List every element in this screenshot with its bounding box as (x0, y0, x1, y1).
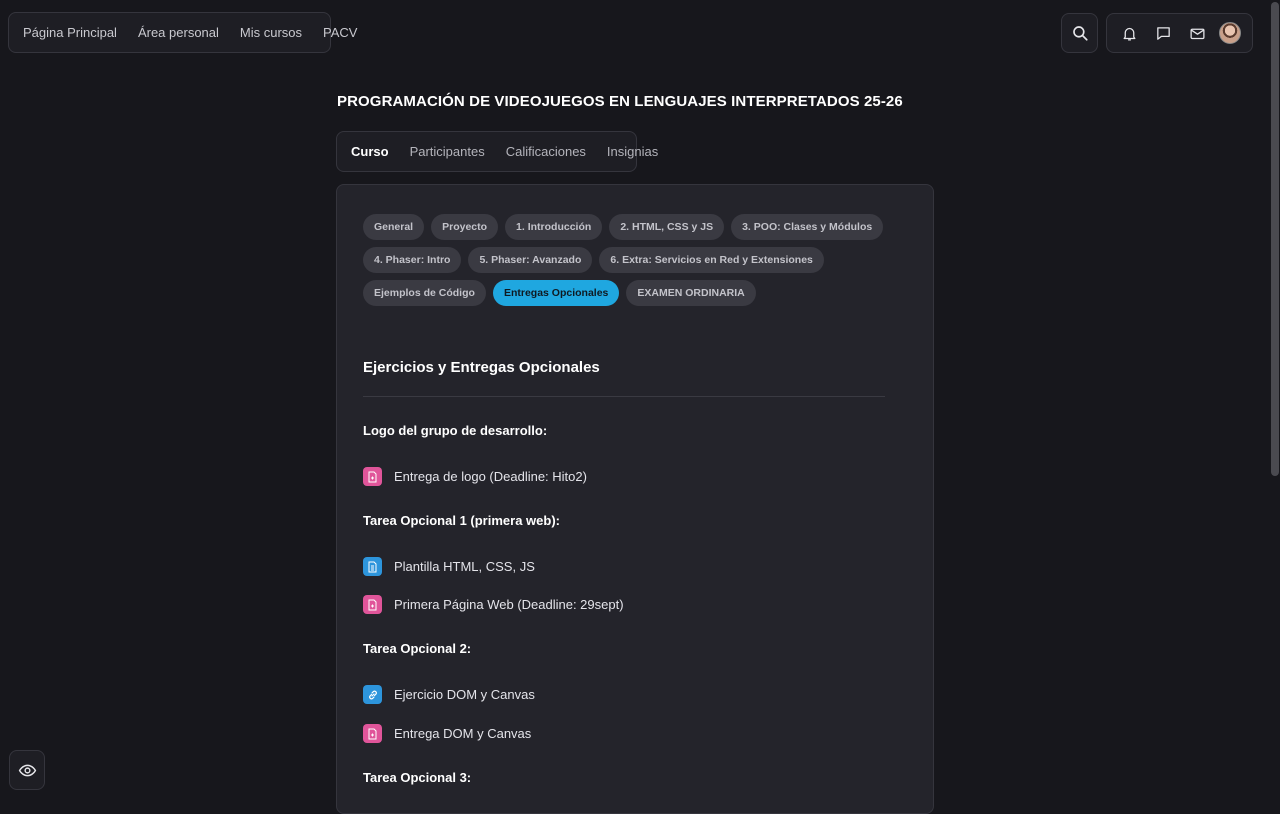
group-heading: Logo del grupo de desarrollo: (363, 423, 548, 438)
section-chip-active[interactable]: Entregas Opcionales (492, 280, 620, 306)
section-chip[interactable]: General (363, 214, 425, 240)
divider (363, 396, 885, 397)
visibility-toggle-button[interactable] (9, 750, 45, 790)
section-chip[interactable]: 6. Extra: Servicios en Red y Extensiones (599, 247, 824, 273)
tab-participants[interactable]: Participantes (410, 144, 485, 159)
notifications-button[interactable] (1118, 21, 1142, 45)
user-menu-bar (1106, 13, 1253, 53)
search-icon (1072, 26, 1088, 41)
primary-navigation: Página Principal Área personal Mis curso… (8, 12, 357, 53)
eye-icon (18, 764, 36, 776)
group-heading: Tarea Opcional 3: (363, 770, 472, 785)
nav-dashboard-link[interactable]: Área personal (138, 25, 229, 40)
tab-course[interactable]: Curso (351, 144, 389, 159)
section-chip[interactable]: Proyecto (431, 214, 499, 240)
activity-label[interactable]: Primera Página Web (Deadline: 29sept) (394, 597, 624, 612)
course-tabs: Curso Participantes Calificaciones Insig… (336, 131, 658, 172)
scrollbar[interactable] (1271, 2, 1279, 476)
nav-home-link[interactable]: Página Principal (23, 25, 127, 40)
section-chip[interactable]: Ejemplos de Código (363, 280, 486, 306)
section-chip[interactable]: 2. HTML, CSS y JS (609, 214, 725, 240)
activity-item[interactable]: Plantilla HTML, CSS, JS (363, 557, 535, 576)
page-title: PROGRAMACIÓN DE VIDEOJUEGOS EN LENGUAJES… (337, 93, 903, 110)
messages-button[interactable] (1152, 21, 1176, 45)
mail-button[interactable] (1185, 21, 1209, 45)
bell-icon (1123, 27, 1136, 41)
section-chip[interactable]: 4. Phaser: Intro (363, 247, 462, 273)
activity-label[interactable]: Entrega de logo (Deadline: Hito2) (394, 469, 587, 484)
activity-item[interactable]: Ejercicio DOM y Canvas (363, 685, 535, 704)
tab-grades[interactable]: Calificaciones (506, 144, 586, 159)
course-content-card: General Proyecto 1. Introducción 2. HTML… (336, 184, 934, 814)
activity-label[interactable]: Ejercicio DOM y Canvas (394, 687, 535, 702)
activity-label[interactable]: Entrega DOM y Canvas (394, 726, 531, 741)
assignment-icon (363, 724, 382, 743)
search-button[interactable] (1061, 13, 1098, 53)
section-chips: General Proyecto 1. Introducción 2. HTML… (363, 214, 923, 306)
tab-badges[interactable]: Insignias (607, 144, 658, 159)
avatar[interactable] (1219, 22, 1242, 44)
activity-item[interactable]: Entrega DOM y Canvas (363, 724, 531, 743)
nav-pacv-link[interactable]: PACV (323, 25, 367, 40)
mail-icon (1190, 28, 1205, 39)
activity-item[interactable]: Primera Página Web (Deadline: 29sept) (363, 595, 624, 614)
section-chip[interactable]: 5. Phaser: Avanzado (468, 247, 593, 273)
group-heading: Tarea Opcional 1 (primera web): (363, 513, 560, 528)
nav-my-courses-link[interactable]: Mis cursos (240, 25, 312, 40)
activity-item[interactable]: Entrega de logo (Deadline: Hito2) (363, 467, 587, 486)
section-chip[interactable]: EXAMEN ORDINARIA (626, 280, 756, 306)
link-icon (363, 685, 382, 704)
section-title: Ejercicios y Entregas Opcionales (363, 359, 600, 376)
group-heading: Tarea Opcional 2: (363, 641, 472, 656)
file-icon (363, 557, 382, 576)
section-chip[interactable]: 3. POO: Clases y Módulos (731, 214, 884, 240)
activity-label[interactable]: Plantilla HTML, CSS, JS (394, 559, 535, 574)
chat-icon (1157, 26, 1170, 40)
section-chip[interactable]: 1. Introducción (505, 214, 603, 240)
assignment-icon (363, 467, 382, 486)
assignment-icon (363, 595, 382, 614)
